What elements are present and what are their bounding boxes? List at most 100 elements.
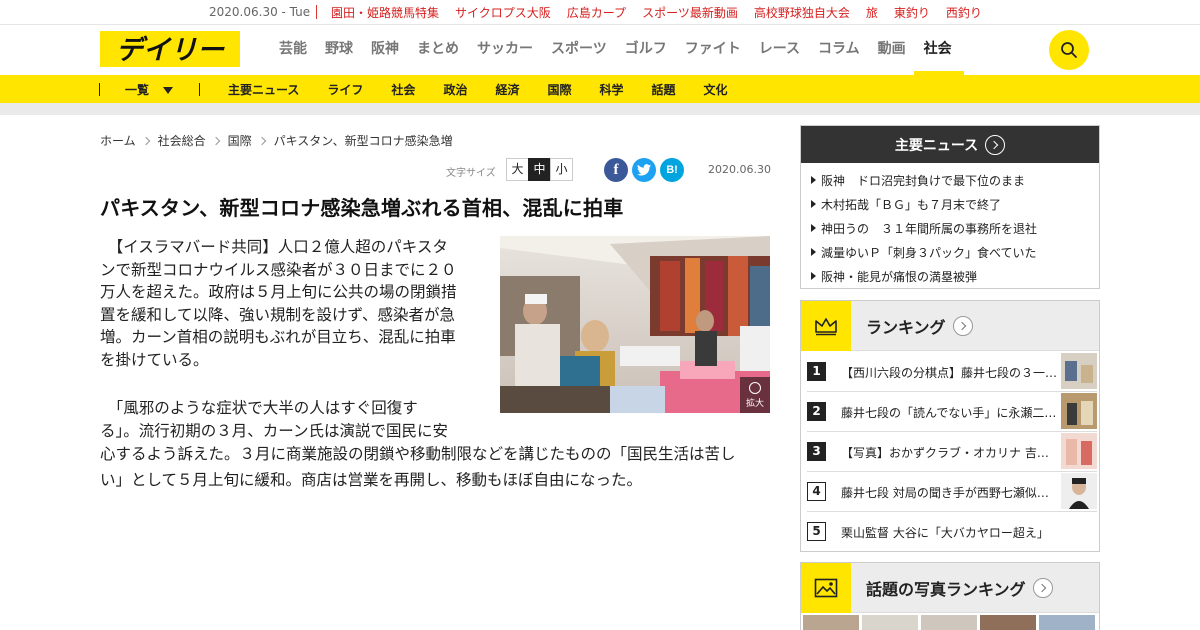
top-link[interactable]: 旅 (866, 4, 878, 21)
ranking-text: 栗山監督 大谷に「大バカヤロー超え」 (841, 526, 1049, 540)
main-news-item[interactable]: 阪神 ドロ沼完封負けで最下位のまま (811, 169, 1099, 193)
photo-ranking-box: 話題の写真ランキング (800, 562, 1100, 630)
top-link[interactable]: 高校野球独自大会 (754, 4, 850, 21)
search-icon (1061, 42, 1077, 58)
rank-number: 2 (807, 402, 826, 421)
nav-item-soccer[interactable]: サッカー (477, 25, 533, 75)
photo-ranking-title: 話題の写真ランキング (866, 579, 1026, 599)
photo-thumbnail[interactable] (862, 615, 918, 630)
triangle-right-icon (811, 248, 816, 256)
rank-number: 5 (807, 522, 826, 541)
main-news-list: 阪神 ドロ沼完封負けで最下位のまま 木村拓哉「ＢＧ」も７月末で終了 神田うの ３… (801, 163, 1099, 289)
photo-thumbnail[interactable] (803, 615, 859, 630)
nav-item-yakyu[interactable]: 野球 (325, 25, 353, 75)
ranking-title: ランキング (866, 317, 946, 337)
crown-icon (801, 300, 851, 351)
category-link[interactable]: ライフ (327, 81, 363, 98)
category-link[interactable]: 国際 (547, 81, 571, 98)
breadcrumb-current: パキスタン、新型コロナ感染急増 (273, 134, 453, 148)
search-button[interactable] (1049, 30, 1089, 70)
nav-item-golf[interactable]: ゴルフ (625, 25, 667, 75)
main-news-text: 神田うの ３１年間所属の事務所を退社 (821, 222, 1038, 236)
article-photo[interactable]: 拡大 (500, 236, 770, 413)
nav-item-hanshin[interactable]: 阪神 (371, 25, 399, 75)
nav-item-shakai[interactable]: 社会 (913, 25, 964, 75)
arrow-right-circle-icon (1032, 577, 1053, 598)
breadcrumb-item[interactable]: 国際 (228, 132, 252, 149)
top-link[interactable]: スポーツ最新動画 (642, 4, 738, 21)
triangle-right-icon (811, 224, 816, 232)
ranking-header[interactable]: ランキング (801, 300, 1099, 351)
nav-item-sports[interactable]: スポーツ (551, 25, 607, 75)
main-news-text: 阪神・能見が痛恨の満塁被弾 (821, 270, 978, 284)
top-link[interactable]: 園田・姫路競馬特集 (331, 4, 439, 21)
nav-item-geinou[interactable]: 芸能 (279, 25, 307, 75)
article-line: 心するよう訴えた。３月に商業施設の閉鎖や移動制限などを講じたものの「国民生活は苦… (100, 445, 736, 463)
market-scene-image (500, 236, 770, 413)
category-link[interactable]: 主要ニュース (228, 81, 299, 98)
publish-date: 2020.06.30 (708, 163, 771, 176)
site-logo[interactable]: デイリー (100, 31, 240, 67)
font-size-medium[interactable]: 中 (528, 158, 551, 181)
article-line: 置を緩和して以降、強い規制を設けず、感染者が急 (100, 305, 455, 324)
photo-thumbnail[interactable] (921, 615, 977, 630)
category-link[interactable]: 政治 (443, 81, 467, 98)
breadcrumb-item[interactable]: 社会総合 (158, 132, 206, 149)
main-news-item[interactable]: 木村拓哉「ＢＧ」も７月末で終了 (811, 193, 1099, 217)
main-news-item[interactable]: 減量ゆいＰ「刺身３パック」食べていた (811, 241, 1099, 265)
main-news-item[interactable]: 阪神・能見が痛恨の満塁被弾 (811, 265, 1099, 289)
category-link[interactable]: 文化 (704, 81, 728, 98)
top-utility-bar: 2020.06.30 - Tue 園田・姫路競馬特集 サイクロプス大阪 広島カー… (0, 0, 1200, 25)
nav-item-fight[interactable]: ファイト (685, 25, 741, 75)
rank-number: 1 (807, 362, 826, 381)
breadcrumb-home[interactable]: ホーム (100, 132, 136, 149)
list-label: 一覧 (125, 83, 150, 97)
article-line: 【イスラマバード共同】人口２億人超のパキスタ (100, 238, 448, 256)
font-size-large[interactable]: 大 (506, 158, 529, 181)
nav-item-douga[interactable]: 動画 (878, 25, 906, 75)
photo-thumbnails (801, 615, 1095, 630)
top-link[interactable]: サイクロプス大阪 (455, 4, 551, 21)
nav-item-column[interactable]: コラム (818, 25, 860, 75)
chevron-right-icon (257, 136, 266, 145)
top-link[interactable]: 東釣り (894, 4, 930, 21)
ranking-item[interactable]: 2 藤井七段の「読んでない手」に永瀬二… (807, 392, 1097, 432)
ranking-item[interactable]: 3 【写真】おかずクラブ・オカリナ 吉… (807, 432, 1097, 472)
article-line: い」として５月上旬に緩和。商店は営業を再開し、移動もほぼ自由になった。 (100, 471, 643, 489)
main-news-header[interactable]: 主要ニュース (801, 126, 1099, 163)
photo-thumbnail[interactable] (980, 615, 1036, 630)
top-link[interactable]: 広島カープ (567, 4, 626, 21)
category-link[interactable]: 経済 (495, 81, 519, 98)
triangle-right-icon (811, 272, 816, 280)
zoom-button[interactable]: 拡大 (740, 377, 770, 413)
ranking-thumbnail (1061, 433, 1097, 469)
category-link[interactable]: 科学 (599, 81, 623, 98)
top-link[interactable]: 西釣り (946, 4, 982, 21)
nav-item-race[interactable]: レース (759, 25, 800, 75)
font-size-small[interactable]: 小 (550, 158, 573, 181)
arrow-right-circle-icon (985, 134, 1006, 155)
photo-ranking-header[interactable]: 話題の写真ランキング (801, 563, 1099, 613)
category-link[interactable]: 社会 (391, 81, 415, 98)
site-header: デイリー 芸能 野球 阪神 まとめ サッカー スポーツ ゴルフ ファイト レース… (0, 25, 1200, 75)
ranking-text: 【西川六段の分棋点】藤井七段の３一… (841, 366, 1058, 380)
nav-item-matome[interactable]: まとめ (417, 25, 459, 75)
hatena-share-button[interactable]: B! (660, 158, 684, 182)
photo-thumbnail[interactable] (1039, 615, 1095, 630)
list-dropdown[interactable]: 一覧 (125, 81, 174, 98)
main-news-text: 阪神 ドロ沼完封負けで最下位のまま (821, 174, 1026, 188)
article-line: を掛けている。 (100, 350, 209, 369)
font-size-switcher: 大 中 小 (506, 158, 573, 181)
rank-number: 4 (807, 482, 826, 501)
header-divider (0, 103, 1200, 115)
ranking-thumbnail (1061, 473, 1097, 509)
ranking-item[interactable]: 4 藤井七段 対局の聞き手が西野七瀬似… (807, 472, 1097, 512)
ranking-item[interactable]: 5 栗山監督 大谷に「大バカヤロー超え」 (807, 512, 1097, 552)
main-news-box: 主要ニュース 阪神 ドロ沼完封負けで最下位のまま 木村拓哉「ＢＧ」も７月末で終了… (800, 125, 1100, 289)
ranking-item[interactable]: 1 【西川六段の分棋点】藤井七段の３一… (807, 352, 1097, 392)
rank-number: 3 (807, 442, 826, 461)
main-news-item[interactable]: 神田うの ３１年間所属の事務所を退社 (811, 217, 1099, 241)
twitter-share-button[interactable] (632, 158, 656, 182)
facebook-share-button[interactable]: f (604, 158, 628, 182)
category-link[interactable]: 話題 (652, 81, 676, 98)
